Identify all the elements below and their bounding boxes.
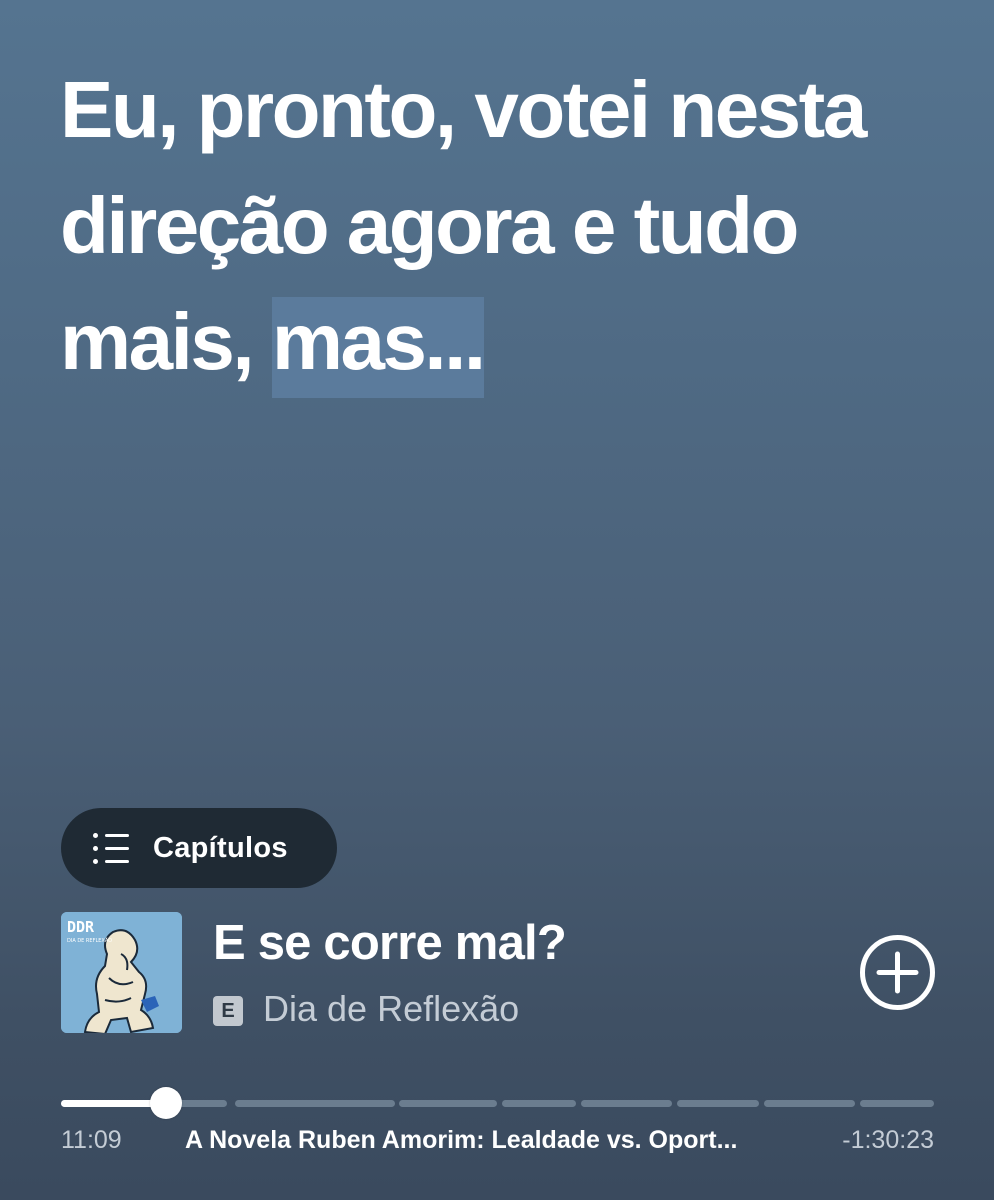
add-to-library-button[interactable]	[859, 934, 936, 1011]
playback-progress-bar[interactable]	[61, 1087, 934, 1119]
chapters-button[interactable]: Capítulos	[61, 808, 337, 888]
show-name-link[interactable]: Dia de Reflexão	[263, 988, 519, 1030]
chapters-button-label: Capítulos	[153, 831, 288, 864]
cover-subtitle-text: DIA DE REFLEXÃO	[67, 937, 112, 944]
current-chapter-title[interactable]: A Novela Ruben Amorim: Lealdade vs. Opor…	[185, 1126, 785, 1155]
elapsed-time: 11:09	[61, 1126, 122, 1154]
chapter-segment	[581, 1100, 672, 1107]
chapter-segment	[502, 1100, 576, 1107]
episode-title[interactable]: E se corre mal?	[213, 915, 567, 971]
chapter-segment	[860, 1100, 934, 1107]
plus-circle-icon	[860, 935, 935, 1010]
chapter-segment	[399, 1100, 497, 1107]
thinker-statue-illustration: DDR DIA DE REFLEXÃO	[61, 912, 182, 1033]
list-icon	[93, 830, 131, 866]
chapter-segment	[235, 1100, 395, 1107]
lyrics-transcript: Eu, pronto, votei nesta direção agora e …	[60, 52, 960, 400]
progress-scrubber-handle[interactable]	[149, 1087, 182, 1119]
podcast-cover-art[interactable]: DDR DIA DE REFLEXÃO	[61, 912, 182, 1033]
chapter-segment	[677, 1100, 759, 1107]
cover-logo-text: DDR	[67, 918, 95, 936]
remaining-time: -1:30:23	[842, 1126, 934, 1154]
transcript-current-word: mas...	[271, 297, 486, 398]
chapter-segment	[764, 1100, 855, 1107]
explicit-badge: E	[213, 996, 243, 1026]
